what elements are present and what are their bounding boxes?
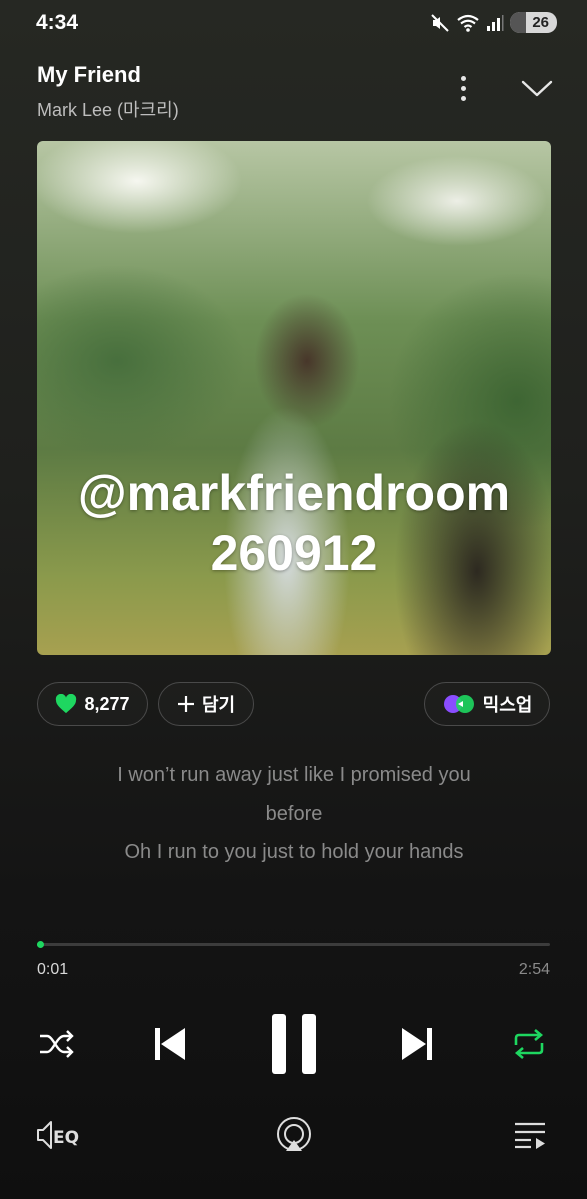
like-button[interactable]: 8,277 [37, 682, 148, 726]
skip-next-icon [402, 1028, 432, 1060]
eq-icon: EQ [37, 1121, 79, 1149]
lyric-line: before [265, 802, 323, 825]
queue-button[interactable] [512, 1119, 548, 1151]
shuffle-button[interactable] [37, 1026, 77, 1062]
more-vertical-icon [460, 75, 466, 81]
watermark-line-2: 260912 [210, 525, 378, 581]
status-icons: 26 [430, 12, 557, 33]
progress-knob[interactable] [37, 941, 45, 948]
lyrics-area[interactable]: I won’t run away just like I promised yo… [37, 756, 551, 872]
watermark-line-1: @markfriendroom [77, 465, 511, 521]
like-count: 8,277 [84, 693, 130, 714]
mixup-icon [443, 695, 474, 713]
wifi-icon [457, 14, 479, 32]
eq-button[interactable]: EQ [35, 1117, 85, 1153]
plus-icon [177, 696, 194, 712]
heart-icon [56, 694, 77, 714]
pause-button[interactable] [262, 1010, 326, 1078]
mixup-button[interactable]: 믹스업 [424, 682, 550, 726]
battery-indicator: 26 [510, 12, 557, 33]
skip-previous-icon [155, 1028, 185, 1060]
lyric-line: Oh I run to you just to hold your hands [124, 841, 464, 863]
cast-button[interactable] [275, 1115, 313, 1155]
status-time: 4:34 [36, 11, 79, 34]
mute-icon [431, 13, 450, 32]
previous-button[interactable] [148, 1022, 192, 1066]
song-artist[interactable]: Mark Lee (마크리) [37, 96, 179, 122]
album-art: @markfriendroom 260912 [37, 141, 551, 655]
svg-text:EQ: EQ [53, 1128, 79, 1148]
progress-bar[interactable] [37, 941, 550, 948]
collapse-player-button[interactable] [517, 74, 557, 104]
shuffle-icon [40, 1030, 74, 1058]
more-options-button[interactable] [446, 68, 480, 108]
lyric-line: I won’t run away just like I promised yo… [117, 764, 471, 786]
repeat-icon [514, 1029, 544, 1059]
pause-icon [272, 1014, 316, 1074]
status-bar: 4:34 26 [0, 0, 587, 46]
next-button[interactable] [395, 1022, 439, 1066]
song-title: My Friend [37, 62, 141, 87]
album-watermark: @markfriendroom 260912 [37, 463, 551, 583]
cast-icon [277, 1117, 311, 1151]
mixup-label: 믹스업 [482, 695, 533, 715]
signal-icon [487, 14, 504, 31]
total-time: 2:54 [518, 961, 550, 978]
current-time: 0:01 [37, 961, 69, 978]
repeat-button[interactable] [509, 1026, 549, 1062]
add-label: 담기 [201, 695, 236, 715]
chevron-down-icon [521, 80, 553, 97]
queue-icon [515, 1122, 545, 1149]
add-to-playlist-button[interactable]: 담기 [158, 682, 254, 726]
